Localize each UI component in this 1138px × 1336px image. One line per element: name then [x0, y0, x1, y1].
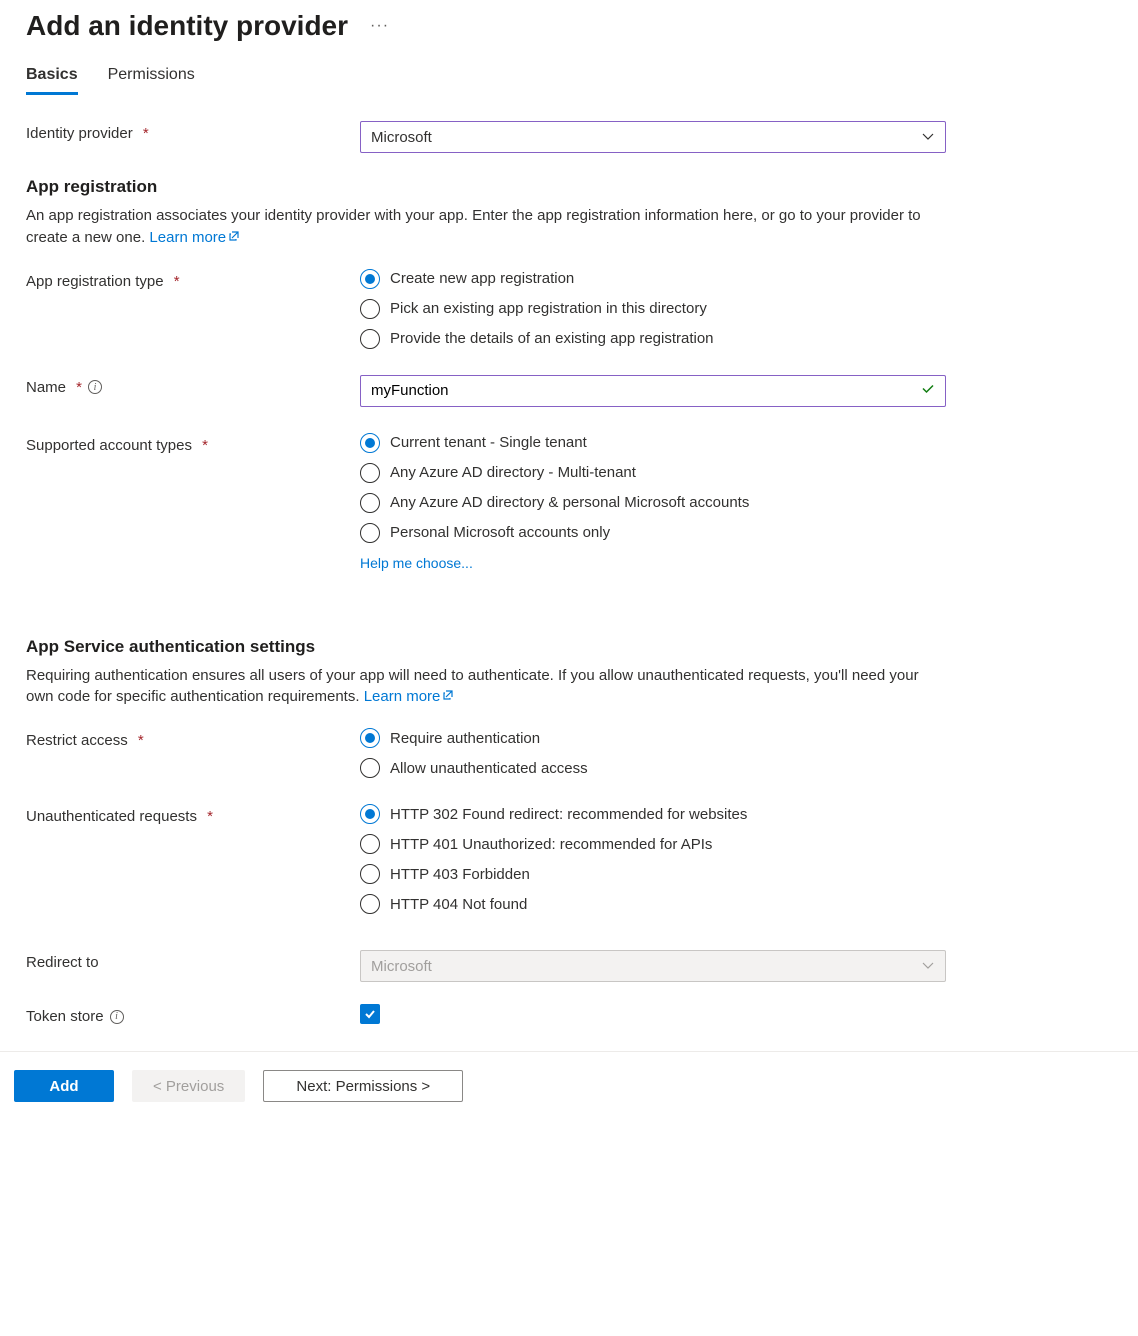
tabs: Basics Permissions	[26, 60, 1112, 95]
identity-provider-select[interactable]: Microsoft	[360, 121, 946, 153]
app-registration-heading: App registration	[26, 177, 1112, 197]
radio-pick-existing[interactable]: Pick an existing app registration in thi…	[360, 299, 946, 319]
radio-personal-only[interactable]: Personal Microsoft accounts only	[360, 523, 946, 543]
learn-more-app-reg-link[interactable]: Learn more	[149, 229, 240, 246]
name-label: Name * i	[26, 375, 360, 396]
page-title: Add an identity provider	[26, 10, 348, 42]
radio-single-tenant[interactable]: Current tenant - Single tenant	[360, 433, 946, 453]
radio-provide-details[interactable]: Provide the details of an existing app r…	[360, 329, 946, 349]
redirect-to-label: Redirect to	[26, 950, 360, 971]
chevron-down-icon	[921, 130, 935, 144]
radio-http-401[interactable]: HTTP 401 Unauthorized: recommended for A…	[360, 834, 946, 854]
radio-http-404[interactable]: HTTP 404 Not found	[360, 894, 946, 914]
unauth-requests-label: Unauthenticated requests *	[26, 804, 360, 825]
identity-provider-label: Identity provider *	[26, 121, 360, 142]
radio-http-302[interactable]: HTTP 302 Found redirect: recommended for…	[360, 804, 946, 824]
app-reg-type-label: App registration type *	[26, 269, 360, 290]
tab-basics[interactable]: Basics	[26, 60, 78, 95]
radio-require-auth[interactable]: Require authentication	[360, 728, 946, 748]
identity-provider-value: Microsoft	[371, 129, 432, 146]
supported-types-label: Supported account types *	[26, 433, 360, 454]
supported-types-group: Current tenant - Single tenant Any Azure…	[360, 433, 946, 543]
chevron-down-icon	[921, 959, 935, 973]
name-input[interactable]	[360, 375, 946, 407]
learn-more-auth-link[interactable]: Learn more	[364, 688, 455, 705]
next-permissions-button[interactable]: Next: Permissions >	[263, 1070, 463, 1102]
auth-settings-heading: App Service authentication settings	[26, 637, 1112, 657]
restrict-access-label: Restrict access *	[26, 728, 360, 749]
info-icon[interactable]: i	[110, 1010, 124, 1024]
app-registration-desc: An app registration associates your iden…	[26, 205, 946, 249]
external-link-icon	[442, 686, 454, 708]
token-store-checkbox[interactable]	[360, 1004, 380, 1024]
radio-create-new[interactable]: Create new app registration	[360, 269, 946, 289]
help-me-choose-link[interactable]: Help me choose...	[360, 555, 473, 571]
check-icon	[920, 380, 936, 401]
external-link-icon	[228, 227, 240, 249]
unauth-requests-group: HTTP 302 Found redirect: recommended for…	[360, 804, 946, 914]
restrict-access-group: Require authentication Allow unauthentic…	[360, 728, 946, 778]
info-icon[interactable]: i	[88, 380, 102, 394]
radio-multi-tenant[interactable]: Any Azure AD directory - Multi-tenant	[360, 463, 946, 483]
app-reg-type-group: Create new app registration Pick an exis…	[360, 269, 946, 349]
redirect-to-select: Microsoft	[360, 950, 946, 982]
auth-settings-desc: Requiring authentication ensures all use…	[26, 665, 946, 709]
tab-permissions[interactable]: Permissions	[108, 60, 195, 95]
radio-allow-unauth[interactable]: Allow unauthenticated access	[360, 758, 946, 778]
bottom-bar: Add < Previous Next: Permissions >	[0, 1051, 1138, 1120]
radio-http-403[interactable]: HTTP 403 Forbidden	[360, 864, 946, 884]
add-button[interactable]: Add	[14, 1070, 114, 1102]
previous-button: < Previous	[132, 1070, 245, 1102]
radio-multi-personal[interactable]: Any Azure AD directory & personal Micros…	[360, 493, 946, 513]
redirect-to-value: Microsoft	[371, 958, 432, 975]
token-store-label: Token store i	[26, 1004, 360, 1025]
more-icon[interactable]: ···	[366, 13, 393, 39]
